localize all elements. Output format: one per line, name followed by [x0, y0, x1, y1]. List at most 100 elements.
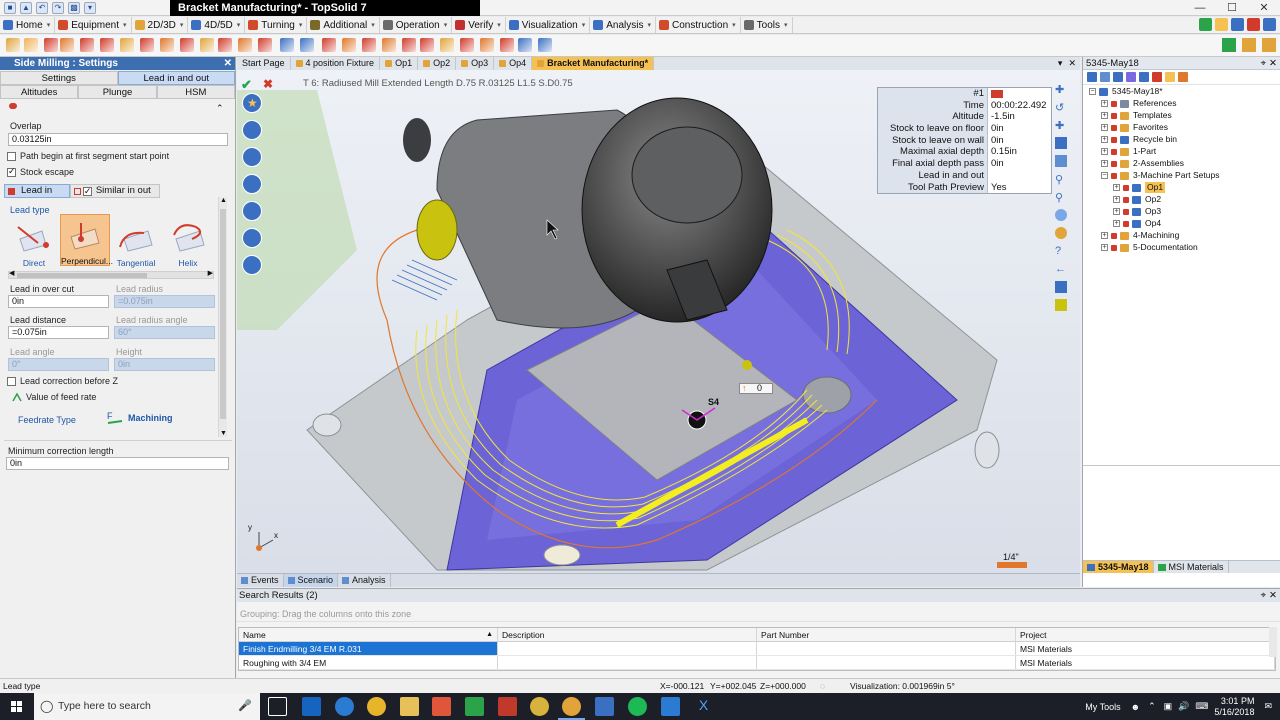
lead-type-perpendicular[interactable]: Perpendicul...	[60, 214, 113, 266]
scroll-right-icon[interactable]: ▶	[208, 269, 213, 277]
tab-events[interactable]: Events	[237, 574, 284, 587]
tab-plunge[interactable]: Plunge	[78, 85, 157, 99]
toolbar-tool-13-icon[interactable]	[238, 38, 252, 52]
grid-scrollbar[interactable]	[1269, 627, 1277, 657]
counter-box[interactable]: ↑ 0	[739, 383, 773, 394]
palette-icon[interactable]	[1055, 227, 1067, 239]
info-value[interactable]: 0.15in	[988, 146, 1051, 159]
overlap-field[interactable]: 0.03125in	[8, 133, 228, 146]
3d-viewport[interactable]: Start Page 4 position Fixture Op1 Op2 Op3 Op4…	[237, 57, 1080, 573]
menu-2d-3d[interactable]: 2D/3D ▾	[132, 17, 189, 33]
microphone-icon[interactable]: 🎤	[238, 693, 252, 720]
doc-tab-4-position-fixture[interactable]: 4 position Fixture	[291, 57, 381, 70]
grid-icon[interactable]	[1055, 155, 1067, 167]
path-begin-checkbox[interactable]	[7, 152, 16, 162]
fixture-icon[interactable]	[242, 201, 262, 221]
pin-icon[interactable]: ⌖	[1261, 589, 1266, 602]
toolbar-tool-25-icon[interactable]	[480, 38, 494, 52]
doc-tab-op4[interactable]: Op4	[494, 57, 533, 70]
keyboard-icon[interactable]: ⌨	[1195, 701, 1208, 712]
alert-icon[interactable]	[1247, 18, 1260, 31]
notification-icon[interactable]: ✉	[1264, 701, 1272, 712]
path-begin-checkbox-row[interactable]: Path begin at first segment start point	[7, 151, 169, 162]
info-value[interactable]: -1.5in	[988, 111, 1051, 124]
info-value[interactable]: 0in	[988, 158, 1051, 170]
tree-icon[interactable]	[1113, 72, 1123, 82]
cell-part-number[interactable]	[757, 656, 1016, 669]
similar-in-out-checkbox[interactable]	[82, 185, 92, 197]
window-icon[interactable]	[1055, 137, 1067, 149]
tab-hsm[interactable]: HSM	[156, 85, 235, 99]
move-icon[interactable]: ✚	[1055, 119, 1067, 132]
ok-icon[interactable]: ✔	[241, 77, 252, 93]
toolbar-tool-23-icon[interactable]	[440, 38, 454, 52]
table-row[interactable]: Roughing with 3/4 EM MSI Materials	[239, 656, 1275, 670]
toolbar-tool-24-icon[interactable]	[460, 38, 474, 52]
zoom-out-icon[interactable]: ⚲	[1055, 191, 1067, 204]
chevron-up-icon[interactable]: ⌃	[1148, 701, 1156, 712]
expand-icon[interactable]: +	[1101, 112, 1108, 119]
toolbar-tool-11-icon[interactable]	[200, 38, 214, 52]
tool-icon[interactable]	[242, 120, 262, 140]
tree-node-op4[interactable]: + Op4	[1113, 218, 1161, 229]
expand-icon[interactable]: +	[1101, 100, 1108, 107]
stock-escape-checkbox[interactable]	[7, 166, 16, 178]
scroll-up-icon[interactable]: ▲	[220, 197, 227, 204]
tab-lead-in-and-out[interactable]: Lead in and out	[117, 71, 235, 85]
scroll-down-icon[interactable]: ▼	[220, 430, 227, 437]
expand-icon[interactable]: +	[1101, 244, 1108, 251]
expand-icon[interactable]: +	[1101, 232, 1108, 239]
toolbar-tool-4-icon[interactable]	[60, 38, 74, 52]
view-cube-icon[interactable]	[1055, 209, 1067, 221]
cell-project[interactable]: MSI Materials	[1016, 642, 1275, 655]
remote-desktop-icon[interactable]	[595, 697, 614, 716]
pan-icon[interactable]: ✚	[1055, 83, 1067, 96]
column-part-number[interactable]: Part Number	[757, 628, 1016, 641]
cell-project[interactable]: MSI Materials	[1016, 656, 1275, 669]
folder-icon[interactable]	[1262, 38, 1276, 52]
tree-node-op3[interactable]: + Op3	[1113, 206, 1161, 217]
tab-settings[interactable]: Settings	[0, 71, 118, 85]
doc-tab-op2[interactable]: Op2	[418, 57, 457, 70]
menu-additional[interactable]: Additional ▾	[307, 17, 380, 33]
sync-icon[interactable]	[1222, 38, 1236, 52]
toolbar-tool-17-icon[interactable]	[322, 38, 336, 52]
close-icon[interactable]: ✕	[1269, 57, 1277, 70]
menu-analysis[interactable]: Analysis ▾	[590, 17, 656, 33]
tab-project[interactable]: 5345-May18	[1083, 561, 1154, 573]
lead-type-helix[interactable]: Helix	[166, 217, 210, 269]
cancel-icon[interactable]: ✖	[263, 77, 273, 91]
tab-lead-in[interactable]: Lead in	[4, 184, 70, 198]
options-icon[interactable]: ▾	[84, 2, 96, 14]
my-tools-label[interactable]: My Tools	[1085, 702, 1120, 712]
help-icon[interactable]	[1231, 18, 1244, 31]
topsolid-icon[interactable]	[558, 697, 585, 720]
expand-icon[interactable]: +	[1113, 220, 1120, 227]
column-project[interactable]: Project	[1016, 628, 1275, 641]
doc-tab-start-page[interactable]: Start Page	[237, 57, 291, 70]
expand-icon[interactable]: +	[1101, 124, 1108, 131]
toolbar-tool-3-icon[interactable]	[44, 38, 58, 52]
close-icon[interactable]: ✕	[1068, 57, 1076, 70]
menu-equipment[interactable]: Equipment ▾	[55, 17, 132, 33]
menu-verify[interactable]: Verify ▾	[452, 17, 506, 33]
star-icon[interactable]: ★	[242, 93, 262, 113]
lead-correction-checkbox[interactable]	[7, 377, 16, 387]
column-name[interactable]: Name ▲	[239, 628, 498, 641]
tree-node-2-assemblies[interactable]: +2-Assemblies	[1101, 158, 1184, 169]
leadin-icon[interactable]	[242, 174, 262, 194]
toolbar-tool-10-icon[interactable]	[180, 38, 194, 52]
stock-escape-checkbox-row[interactable]: Stock escape	[7, 166, 74, 178]
panel-scroll-thumb[interactable]	[220, 209, 226, 419]
toolbar-tool-2-icon[interactable]	[24, 38, 38, 52]
toolbar-tool-21-icon[interactable]	[402, 38, 416, 52]
cycle-icon[interactable]	[242, 255, 262, 275]
edge-icon[interactable]	[335, 697, 354, 716]
lead-distance-field[interactable]: =0.075in	[8, 326, 109, 339]
xampp-icon[interactable]: X	[694, 697, 713, 716]
cell-description[interactable]	[498, 642, 757, 655]
tree-node-1-part[interactable]: +1-Part	[1101, 146, 1156, 157]
toolbar-tool-22-icon[interactable]	[420, 38, 434, 52]
lead-in-over-cut-field[interactable]: 0in	[8, 295, 109, 308]
recorder-icon[interactable]	[465, 697, 484, 716]
